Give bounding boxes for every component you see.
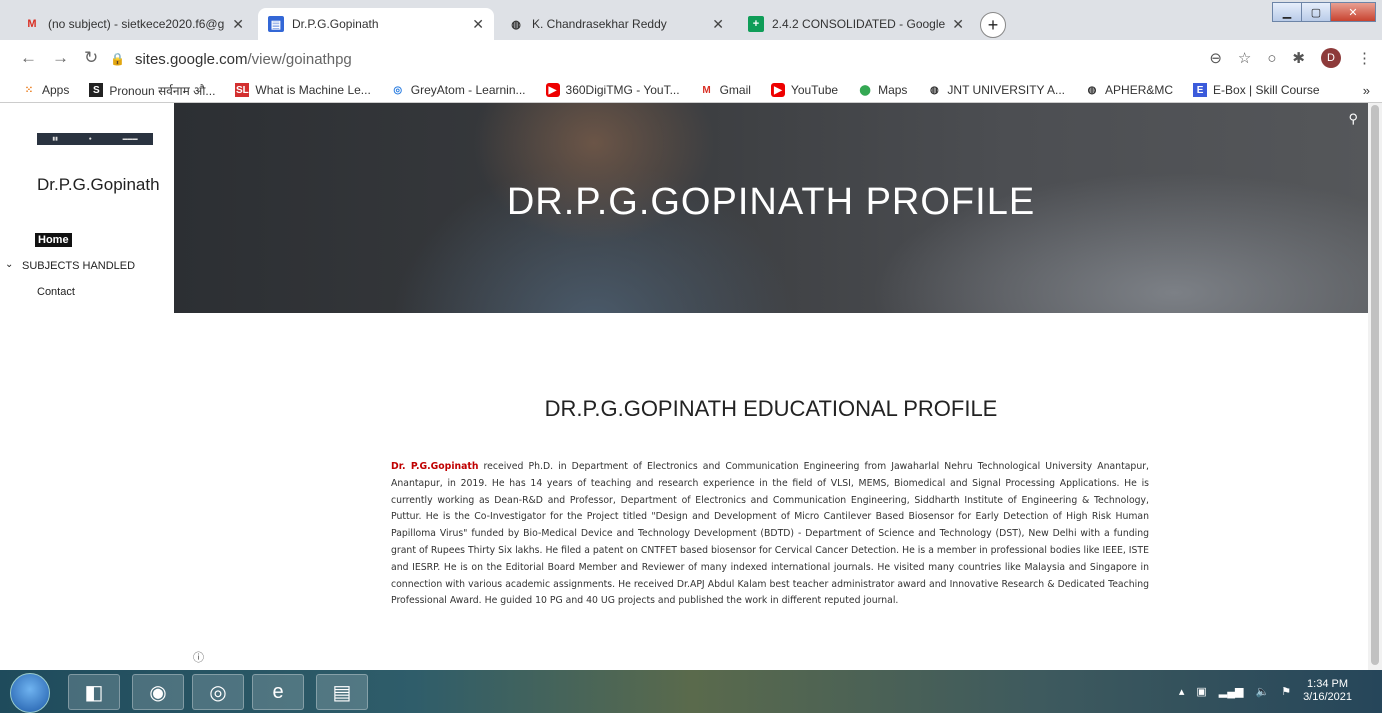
internet-explorer-taskbar-icon[interactable]: e [252, 674, 304, 710]
sh-icon: S [89, 83, 104, 97]
signal-icon[interactable]: ▂▄▆ [1219, 685, 1244, 698]
close-tab-icon[interactable]: ✕ [472, 16, 484, 33]
extensions-icon[interactable]: ✱ [1292, 49, 1305, 67]
hero-title: DR.P.G.GOPINATH PROFILE [506, 181, 1036, 223]
site-logo[interactable]: ▮▮ ● ▬▬▬ [37, 133, 153, 145]
system-clock[interactable]: 1:34 PM 3/16/2021 [1303, 678, 1352, 704]
nav-home[interactable]: Home [35, 233, 72, 247]
minimize-button[interactable]: ▁ [1272, 2, 1302, 22]
tab-title: 2.4.2 CONSOLIDATED - Google S [772, 17, 947, 31]
bookmarks-overflow-button[interactable]: » [1363, 83, 1370, 98]
outlook-taskbar-icon[interactable]: ◧ [68, 674, 120, 710]
site-page: ▮▮ ● ▬▬▬ Dr.P.G.Gopinath Home ⌄ SUBJECTS… [0, 103, 1382, 670]
forward-icon[interactable]: → [52, 48, 69, 68]
bookmark-apher[interactable]: ◍ APHER&MC [1085, 83, 1173, 97]
lock-icon: 🔒 [110, 52, 125, 66]
url-path: /view/goinathpg [247, 50, 352, 68]
bookmark-ebox[interactable]: E E-Box | Skill Course [1193, 83, 1320, 97]
tab-gmail[interactable]: M (no subject) - sietkece2020.f6@g ✕ [14, 8, 254, 40]
action-center-flag-icon[interactable]: ⚑ [1281, 685, 1291, 698]
google-sheets-icon: + [748, 16, 764, 32]
site-sidebar: ▮▮ ● ▬▬▬ Dr.P.G.Gopinath Home ⌄ SUBJECTS… [0, 103, 174, 670]
bookmark-gmail[interactable]: M Gmail [700, 83, 751, 97]
logo-seal-icon: ● [88, 136, 92, 142]
close-tab-icon[interactable]: ✕ [232, 16, 244, 33]
chrome-taskbar-icon[interactable]: ◎ [192, 674, 244, 710]
tab-gopinath[interactable]: ▤ Dr.P.G.Gopinath ✕ [258, 8, 494, 40]
sl-icon: SL [235, 83, 250, 97]
bio-paragraph: Dr. P.G.Gopinath received Ph.D. in Depar… [391, 459, 1149, 610]
section-title: DR.P.G.GOPINATH EDUCATIONAL PROFILE [544, 396, 998, 421]
tab-title: (no subject) - sietkece2020.f6@g [48, 17, 225, 31]
page-scrollbar[interactable] [1368, 103, 1382, 670]
tab-title: Dr.P.G.Gopinath [292, 17, 379, 31]
bookmark-jntu[interactable]: ◍ JNT UNIVERSITY A... [927, 83, 1065, 97]
bookmark-pronoun[interactable]: S Pronoun सर्वनाम औ... [89, 82, 215, 99]
gmail-icon: M [27, 18, 37, 30]
maximize-button[interactable]: ▢ [1301, 2, 1331, 22]
firefox-taskbar-icon[interactable]: ◉ [132, 674, 184, 710]
globe-icon: ◍ [511, 18, 521, 31]
google-sites-icon: ▤ [268, 16, 284, 32]
ebox-icon: E [1193, 83, 1208, 97]
profile-avatar[interactable]: D [1321, 48, 1341, 68]
taskbar: ◧ ◉ ◎ e ▤ ▴ ▣ ▂▄▆ 🔈 ⚑ 1:34 PM 3/16/2021 [0, 670, 1382, 713]
youtube-icon: ▶ [545, 83, 560, 97]
bio-name: Dr. P.G.Gopinath [391, 461, 479, 472]
logo-wordmark-icon: ▬▬▬ [122, 136, 138, 142]
globe-icon: ◍ [1087, 84, 1097, 96]
back-icon[interactable]: ← [20, 48, 37, 68]
nav-contact[interactable]: Contact [37, 286, 75, 298]
close-tab-icon[interactable]: ✕ [952, 16, 964, 33]
globe-icon: ◍ [930, 84, 939, 96]
gmail-icon: M [702, 84, 711, 96]
window-close-button[interactable]: ✕ [1330, 2, 1376, 22]
bookmark-360digitmg[interactable]: ▶ 360DigiTMG - YouT... [545, 83, 680, 97]
menu-icon[interactable]: ⋮ [1357, 49, 1372, 67]
zoom-icon[interactable]: ⊖ [1209, 49, 1222, 67]
window-controls: ▁ ▢ ✕ [1272, 2, 1376, 22]
start-button[interactable] [10, 673, 50, 713]
bookmark-machine-learning[interactable]: SL What is Machine Le... [235, 83, 371, 97]
bookmark-youtube[interactable]: ▶ YouTube [770, 83, 838, 97]
new-tab-button[interactable]: + [980, 12, 1006, 38]
device-icon[interactable]: ▣ [1196, 685, 1206, 698]
close-tab-icon[interactable]: ✕ [712, 16, 724, 33]
hero-banner: DR.P.G.GOPINATH PROFILE ⚲ [174, 103, 1368, 313]
clock-date: 3/16/2021 [1303, 691, 1352, 703]
opera-extension-icon[interactable]: ○ [1267, 50, 1276, 67]
file-explorer-taskbar-icon[interactable]: ▤ [316, 674, 368, 710]
volume-icon[interactable]: 🔈 [1255, 685, 1269, 698]
url-host: sites.google.com [134, 50, 248, 68]
bookmark-apps[interactable]: ⁙ Apps [22, 83, 70, 97]
star-icon[interactable]: ☆ [1238, 49, 1251, 67]
address-bar[interactable]: 🔒 sites.google.com/view/goinathpg [110, 46, 1160, 72]
tray-expand-icon[interactable]: ▴ [1179, 685, 1185, 698]
tab-chandrasekhar[interactable]: ◍ K. Chandrasekhar Reddy ✕ [498, 8, 734, 40]
info-icon[interactable]: ⓘ [193, 649, 204, 665]
chevron-down-icon[interactable]: ⌄ [5, 259, 13, 270]
site-name[interactable]: Dr.P.G.Gopinath [37, 175, 160, 195]
youtube-icon: ▶ [770, 83, 785, 97]
clock-time: 1:34 PM [1307, 678, 1349, 690]
logo-mark-icon: ▮▮ [52, 136, 58, 142]
tab-title: K. Chandrasekhar Reddy [532, 17, 667, 31]
search-icon[interactable]: ⚲ [1348, 111, 1358, 127]
system-tray: ▴ ▣ ▂▄▆ 🔈 ⚑ 1:34 PM 3/16/2021 [1179, 678, 1352, 704]
nav-subjects-handled[interactable]: ⌄ SUBJECTS HANDLED [5, 259, 135, 272]
tab-consolidated[interactable]: + 2.4.2 CONSOLIDATED - Google S ✕ [738, 8, 974, 40]
greyatom-icon: ◎ [393, 84, 403, 96]
browser-toolbar: ← → ↻ 🔒 sites.google.com/view/goinathpg … [0, 40, 1382, 78]
apps-grid-icon: ⁙ [24, 84, 34, 96]
scrollbar-thumb[interactable] [1371, 105, 1379, 665]
reload-icon[interactable]: ↻ [84, 48, 98, 68]
tab-strip: M (no subject) - sietkece2020.f6@g ✕ ▤ D… [0, 0, 1382, 40]
maps-icon: ⬤ [859, 84, 871, 96]
bookmark-greyatom[interactable]: ◎ GreyAtom - Learnin... [391, 83, 525, 97]
bookmark-maps[interactable]: ⬤ Maps [858, 83, 907, 97]
bookmarks-bar: ⁙ Apps S Pronoun सर्वनाम औ... SL What is Ma… [0, 78, 1382, 103]
bio-text: received Ph.D. in Department of Electron… [391, 461, 1149, 607]
